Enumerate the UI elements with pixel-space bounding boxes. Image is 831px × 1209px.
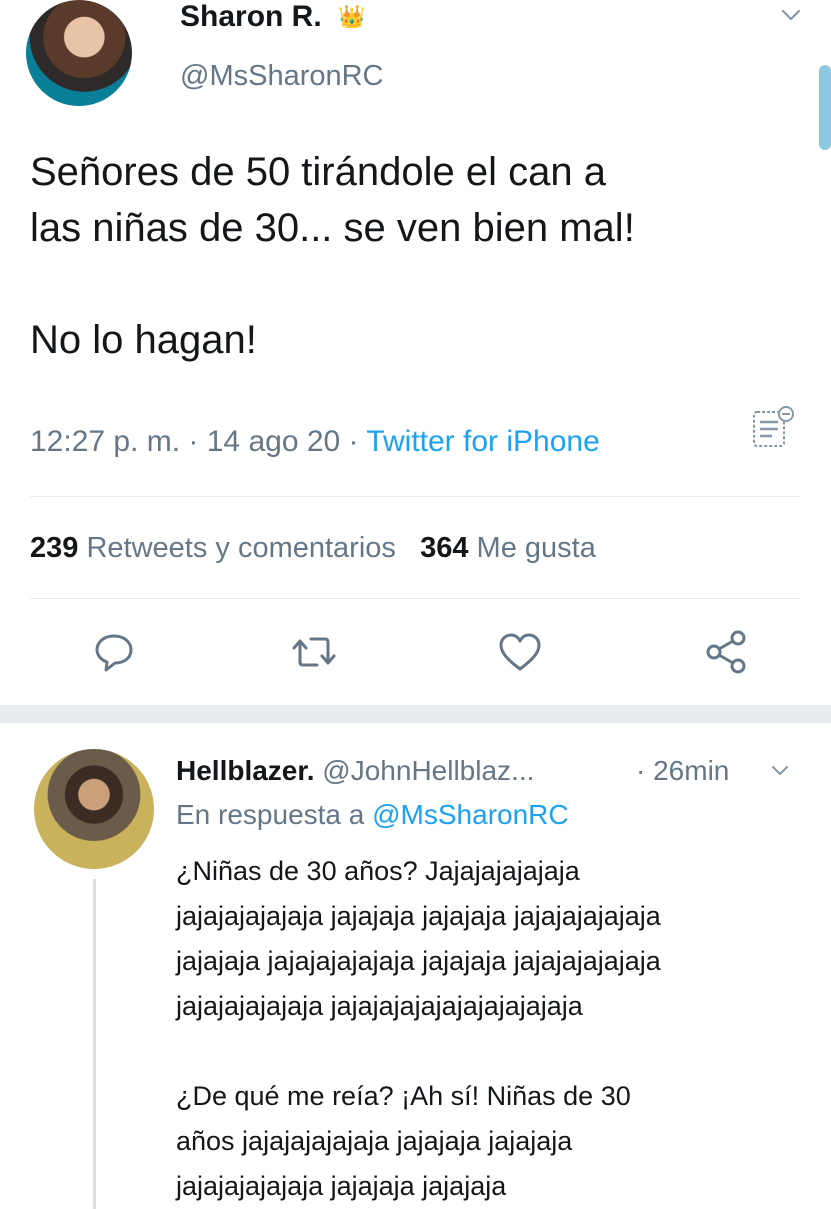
author-handle[interactable]: @MsSharonRC xyxy=(180,60,384,93)
likes-label[interactable]: Me gusta xyxy=(477,532,596,564)
tweet-text-line: las niñas de 30... se ven bien mal! xyxy=(30,206,635,250)
reply-text-line: jajajajajajaja jajajajajajajajajajajaja xyxy=(176,991,583,1021)
chevron-down-icon[interactable] xyxy=(780,4,802,26)
list-icon[interactable] xyxy=(750,404,796,450)
scrollbar[interactable] xyxy=(819,65,831,150)
avatar[interactable] xyxy=(26,0,132,106)
tweet-text-line: No lo hagan! xyxy=(30,318,257,362)
tweet-meta: 12:27 p. m. · 14 ago 20 · Twitter for iP… xyxy=(30,425,600,459)
reply-icon[interactable] xyxy=(90,628,138,676)
in-reply-to: En respuesta a @MsSharonRC xyxy=(176,799,569,831)
reply-text-line: ¿Niñas de 30 años? Jajajajajajaja xyxy=(176,856,580,886)
reply-text-line: jajajaja jajajajajajaja jajajaja jajajaj… xyxy=(176,946,661,976)
in-reply-handle-link[interactable]: @MsSharonRC xyxy=(372,799,568,830)
thread-line xyxy=(93,879,96,1209)
author-name[interactable]: Sharon R. 👑 xyxy=(180,0,365,34)
reply-text-line: ¿De qué me reía? ¡Ah sí! Niñas de 30 xyxy=(176,1081,631,1111)
tweet-text: Señores de 50 tirándole el can a las niñ… xyxy=(30,144,635,368)
share-icon[interactable] xyxy=(702,628,750,676)
retweets-stat[interactable]: 239 Retweets y comentarios xyxy=(30,532,396,564)
like-icon[interactable] xyxy=(496,628,544,676)
crown-emoji: 👑 xyxy=(338,4,366,29)
author-name-text[interactable]: Sharon R. xyxy=(180,0,322,33)
retweets-count[interactable]: 239 xyxy=(30,532,78,564)
tweet-stats: 239 Retweets y comentarios 364 Me gusta xyxy=(30,532,596,565)
section-separator xyxy=(0,705,831,723)
reply-avatar[interactable] xyxy=(34,749,154,869)
retweets-label[interactable]: Retweets y comentarios xyxy=(86,532,395,564)
tweet-text-line: Señores de 50 tirándole el can a xyxy=(30,150,606,194)
tweet-source-link[interactable]: Twitter for iPhone xyxy=(366,425,599,458)
reply-text-line: jajajajajajaja jajajaja jajajaja jajajaj… xyxy=(176,901,661,931)
tweet-actions xyxy=(0,628,831,688)
reply-timestamp: · 26min xyxy=(636,755,730,786)
reply-header: Hellblazer. @JohnHellblaz... xyxy=(176,755,534,787)
main-tweet: Sharon R. 👑 @MsSharonRC Señores de 50 ti… xyxy=(0,0,831,712)
divider xyxy=(30,598,800,599)
likes-count[interactable]: 364 xyxy=(420,532,468,564)
retweet-icon[interactable] xyxy=(290,628,338,676)
chevron-down-icon[interactable] xyxy=(770,761,790,781)
reply-tweet[interactable]: Hellblazer. @JohnHellblaz... · 26min En … xyxy=(0,723,831,1209)
divider xyxy=(30,496,800,497)
reply-author-name[interactable]: Hellblazer. xyxy=(176,755,315,786)
reply-author-handle[interactable]: @JohnHellblaz... xyxy=(322,755,534,786)
tweet-timestamp: 12:27 p. m. · 14 ago 20 · xyxy=(30,425,367,458)
reply-text-line: años jajajajajajaja jajajaja jajajaja xyxy=(176,1126,573,1156)
likes-stat[interactable]: 364 Me gusta xyxy=(420,532,596,564)
reply-text-line: jajajajajajaja jajajaja jajajaja xyxy=(176,1171,507,1201)
in-reply-prefix: En respuesta a xyxy=(176,799,373,830)
reply-text: ¿Niñas de 30 años? Jajajajajajaja jajaja… xyxy=(176,849,806,1209)
